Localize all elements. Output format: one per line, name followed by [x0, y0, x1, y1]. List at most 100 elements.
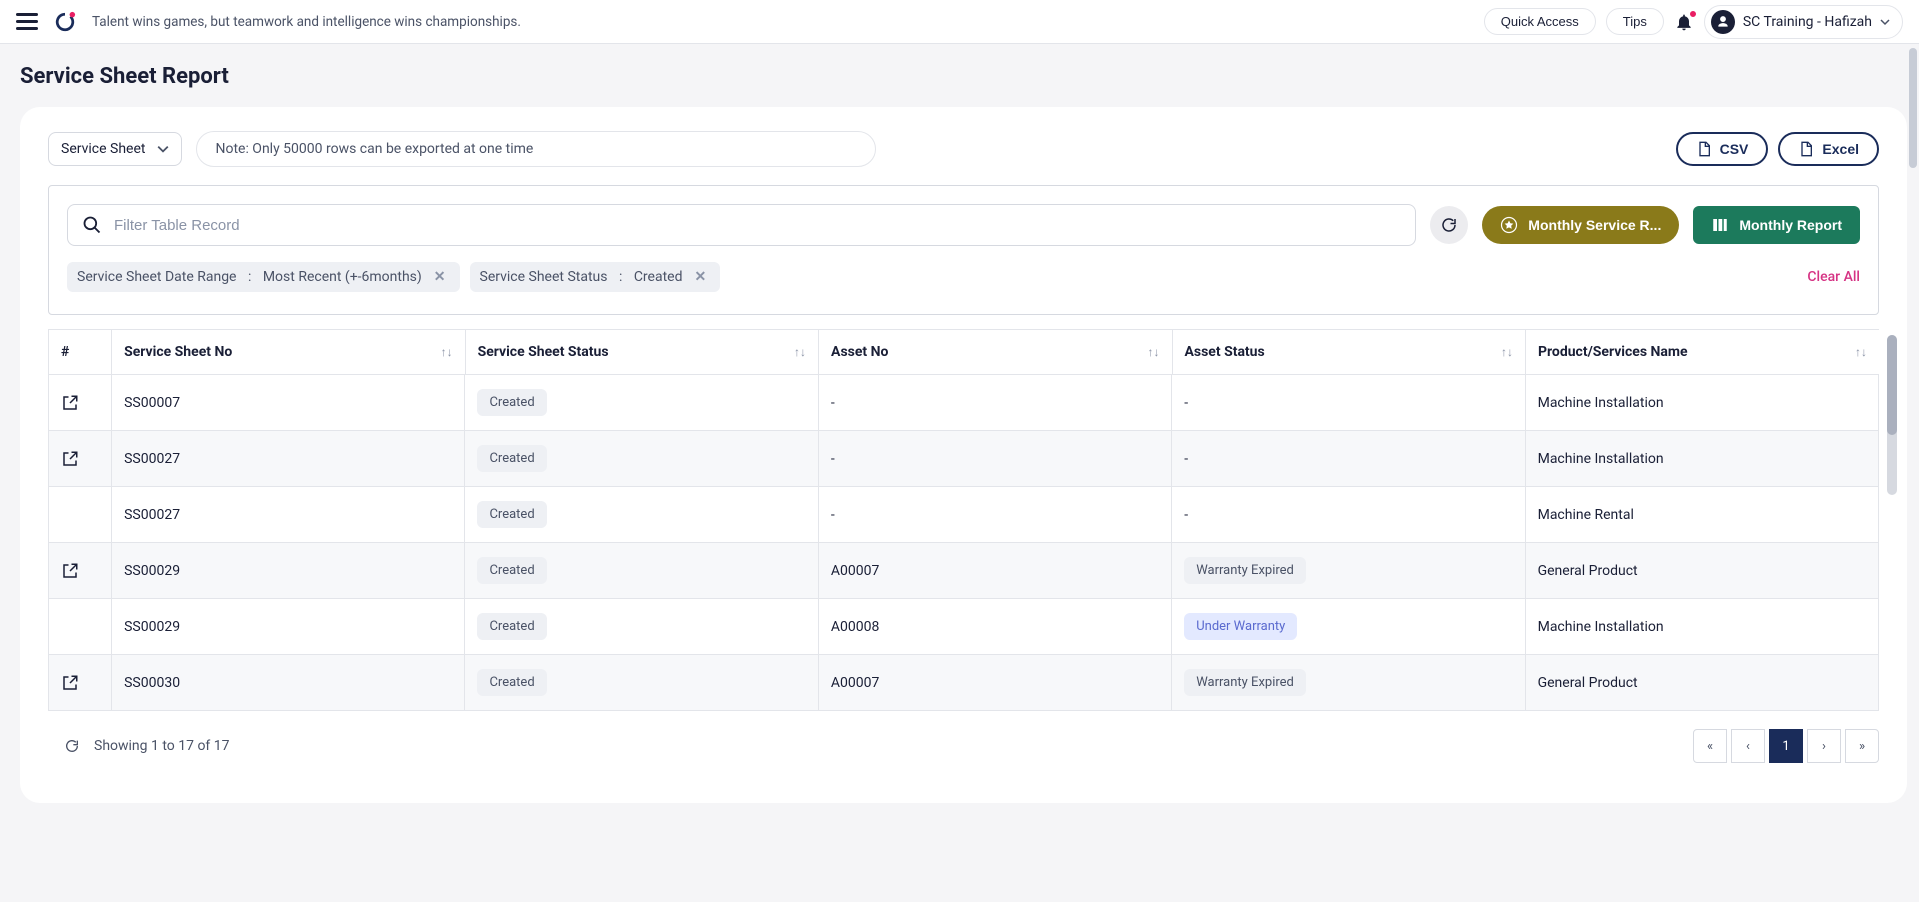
clear-all-filters[interactable]: Clear All — [1807, 269, 1860, 285]
scrollbar-thumb[interactable] — [1887, 335, 1897, 435]
col-hash: # — [49, 330, 112, 375]
col-asset-status[interactable]: Asset Status ↑↓ — [1172, 330, 1525, 375]
user-menu[interactable]: SC Training - Hafizah — [1704, 5, 1903, 39]
sort-icon: ↑↓ — [1501, 345, 1513, 359]
status-badge: Created — [477, 445, 546, 472]
export-note: Note: Only 50000 rows can be exported at… — [196, 131, 876, 167]
cell-product: Machine Installation — [1525, 599, 1878, 655]
pager-info: Showing 1 to 17 of 17 — [94, 738, 230, 754]
asset-status-badge: Under Warranty — [1184, 613, 1297, 640]
cell-sheet-no: SS00007 — [112, 375, 465, 431]
menu-button[interactable] — [16, 13, 38, 30]
sort-icon: ↑↓ — [1148, 345, 1160, 359]
status-badge: Created — [477, 613, 546, 640]
cell-asset-no: A00007 — [818, 543, 1171, 599]
notification-dot-icon — [1689, 10, 1697, 18]
search-input[interactable] — [114, 217, 1401, 234]
cell-product: Machine Rental — [1525, 487, 1878, 543]
report-card: Service Sheet Note: Only 50000 rows can … — [20, 107, 1907, 803]
cell-asset-status: - — [1172, 431, 1525, 487]
status-badge: Created — [477, 389, 546, 416]
refresh-small-button[interactable] — [64, 738, 80, 754]
table-row: SS00030 Created A00007 Warranty Expired Gene… — [49, 655, 1879, 711]
file-icon — [1798, 141, 1814, 157]
cell-asset-no: - — [818, 487, 1171, 543]
quick-access-button[interactable]: Quick Access — [1484, 8, 1596, 35]
content-area: Service Sheet Report Service Sheet Note:… — [0, 44, 1919, 902]
cell-sheet-status: Created — [465, 655, 818, 711]
cell-sheet-status: Created — [465, 375, 818, 431]
col-product[interactable]: Product/Services Name ↑↓ — [1525, 330, 1879, 375]
sort-icon: ↑↓ — [794, 345, 806, 359]
cell-sheet-no: SS00029 — [112, 543, 465, 599]
refresh-icon — [1440, 216, 1458, 234]
data-table: # Service Sheet No ↑↓ Service Sheet Stat… — [48, 329, 1879, 375]
sheet-type-dropdown[interactable]: Service Sheet — [48, 132, 182, 166]
cell-sheet-no: SS00030 — [112, 655, 465, 711]
refresh-button[interactable] — [1430, 206, 1468, 244]
cell-sheet-status: Created — [465, 487, 818, 543]
table-frame: Monthly Service R... Monthly Report Serv… — [48, 185, 1879, 315]
col-sheet-status[interactable]: Service Sheet Status ↑↓ — [465, 330, 818, 375]
cell-asset-status: - — [1172, 487, 1525, 543]
asset-status-badge: Warranty Expired — [1184, 669, 1306, 696]
notifications-button[interactable] — [1674, 12, 1694, 32]
cell-sheet-status: Created — [465, 599, 818, 655]
export-csv-button[interactable]: CSV — [1676, 132, 1769, 166]
remove-chip-button[interactable]: ✕ — [690, 269, 710, 285]
cell-asset-no: - — [818, 375, 1171, 431]
export-excel-button[interactable]: Excel — [1778, 132, 1879, 166]
table-wrap: # Service Sheet No ↑↓ Service Sheet Stat… — [48, 329, 1879, 711]
page-next-button[interactable]: › — [1807, 729, 1841, 763]
open-row-button[interactable] — [61, 450, 99, 468]
monthly-service-button[interactable]: Monthly Service R... — [1482, 206, 1679, 244]
open-row-button[interactable] — [61, 562, 99, 580]
open-row-button[interactable] — [61, 674, 99, 692]
dropdown-label: Service Sheet — [61, 141, 145, 157]
status-badge: Created — [477, 669, 546, 696]
cell-asset-status: - — [1172, 375, 1525, 431]
table-row: SS00029CreatedA00007Warranty ExpiredGene… — [49, 543, 1879, 599]
cell-product: Machine Installation — [1525, 375, 1878, 431]
table-scrollbar[interactable] — [1887, 335, 1897, 495]
cell-asset-no: A00008 — [818, 599, 1171, 655]
cell-sheet-status: Created — [465, 431, 818, 487]
columns-icon — [1711, 216, 1729, 234]
cell-asset-status: Warranty Expired — [1172, 655, 1525, 711]
remove-chip-button[interactable]: ✕ — [430, 269, 450, 285]
table-row: SS00027Created--Machine Rental — [49, 487, 1879, 543]
search-icon — [82, 215, 102, 235]
asset-status-badge: Warranty Expired — [1184, 557, 1306, 584]
cell-asset-no: A00007 — [818, 655, 1171, 711]
pagination-row: Showing 1 to 17 of 17 « ‹ 1 › » — [48, 729, 1879, 779]
filter-chip-date-range[interactable]: Service Sheet Date Range : Most Recent (… — [67, 262, 460, 292]
tagline-text: Talent wins games, but teamwork and inte… — [92, 14, 521, 30]
sort-icon: ↑↓ — [441, 345, 453, 359]
cell-sheet-no: SS00027 — [112, 487, 465, 543]
monthly-report-button[interactable]: Monthly Report — [1693, 206, 1860, 244]
star-icon — [1500, 216, 1518, 234]
cell-sheet-no: SS00029 — [112, 599, 465, 655]
page-scrollbar[interactable] — [1909, 48, 1917, 168]
page-number-button[interactable]: 1 — [1769, 729, 1803, 763]
chevron-down-icon — [1880, 17, 1890, 27]
cell-asset-no: - — [818, 431, 1171, 487]
search-box[interactable] — [67, 204, 1416, 246]
cell-sheet-status: Created — [465, 543, 818, 599]
col-sheet-no[interactable]: Service Sheet No ↑↓ — [112, 330, 465, 375]
cell-asset-status: Under Warranty — [1172, 599, 1525, 655]
refresh-icon — [64, 738, 80, 754]
page-prev-button[interactable]: ‹ — [1731, 729, 1765, 763]
page-last-button[interactable]: » — [1845, 729, 1879, 763]
top-bar: Talent wins games, but teamwork and inte… — [0, 0, 1919, 44]
col-asset-no[interactable]: Asset No ↑↓ — [819, 330, 1172, 375]
filter-chip-status[interactable]: Service Sheet Status : Created ✕ — [470, 262, 721, 292]
open-row-button[interactable] — [61, 394, 99, 412]
tips-button[interactable]: Tips — [1606, 8, 1664, 35]
app-logo[interactable] — [54, 11, 76, 33]
search-row: Monthly Service R... Monthly Report — [67, 204, 1860, 246]
status-badge: Created — [477, 501, 546, 528]
cell-product: General Product — [1525, 655, 1878, 711]
avatar-icon — [1711, 10, 1735, 34]
page-first-button[interactable]: « — [1693, 729, 1727, 763]
